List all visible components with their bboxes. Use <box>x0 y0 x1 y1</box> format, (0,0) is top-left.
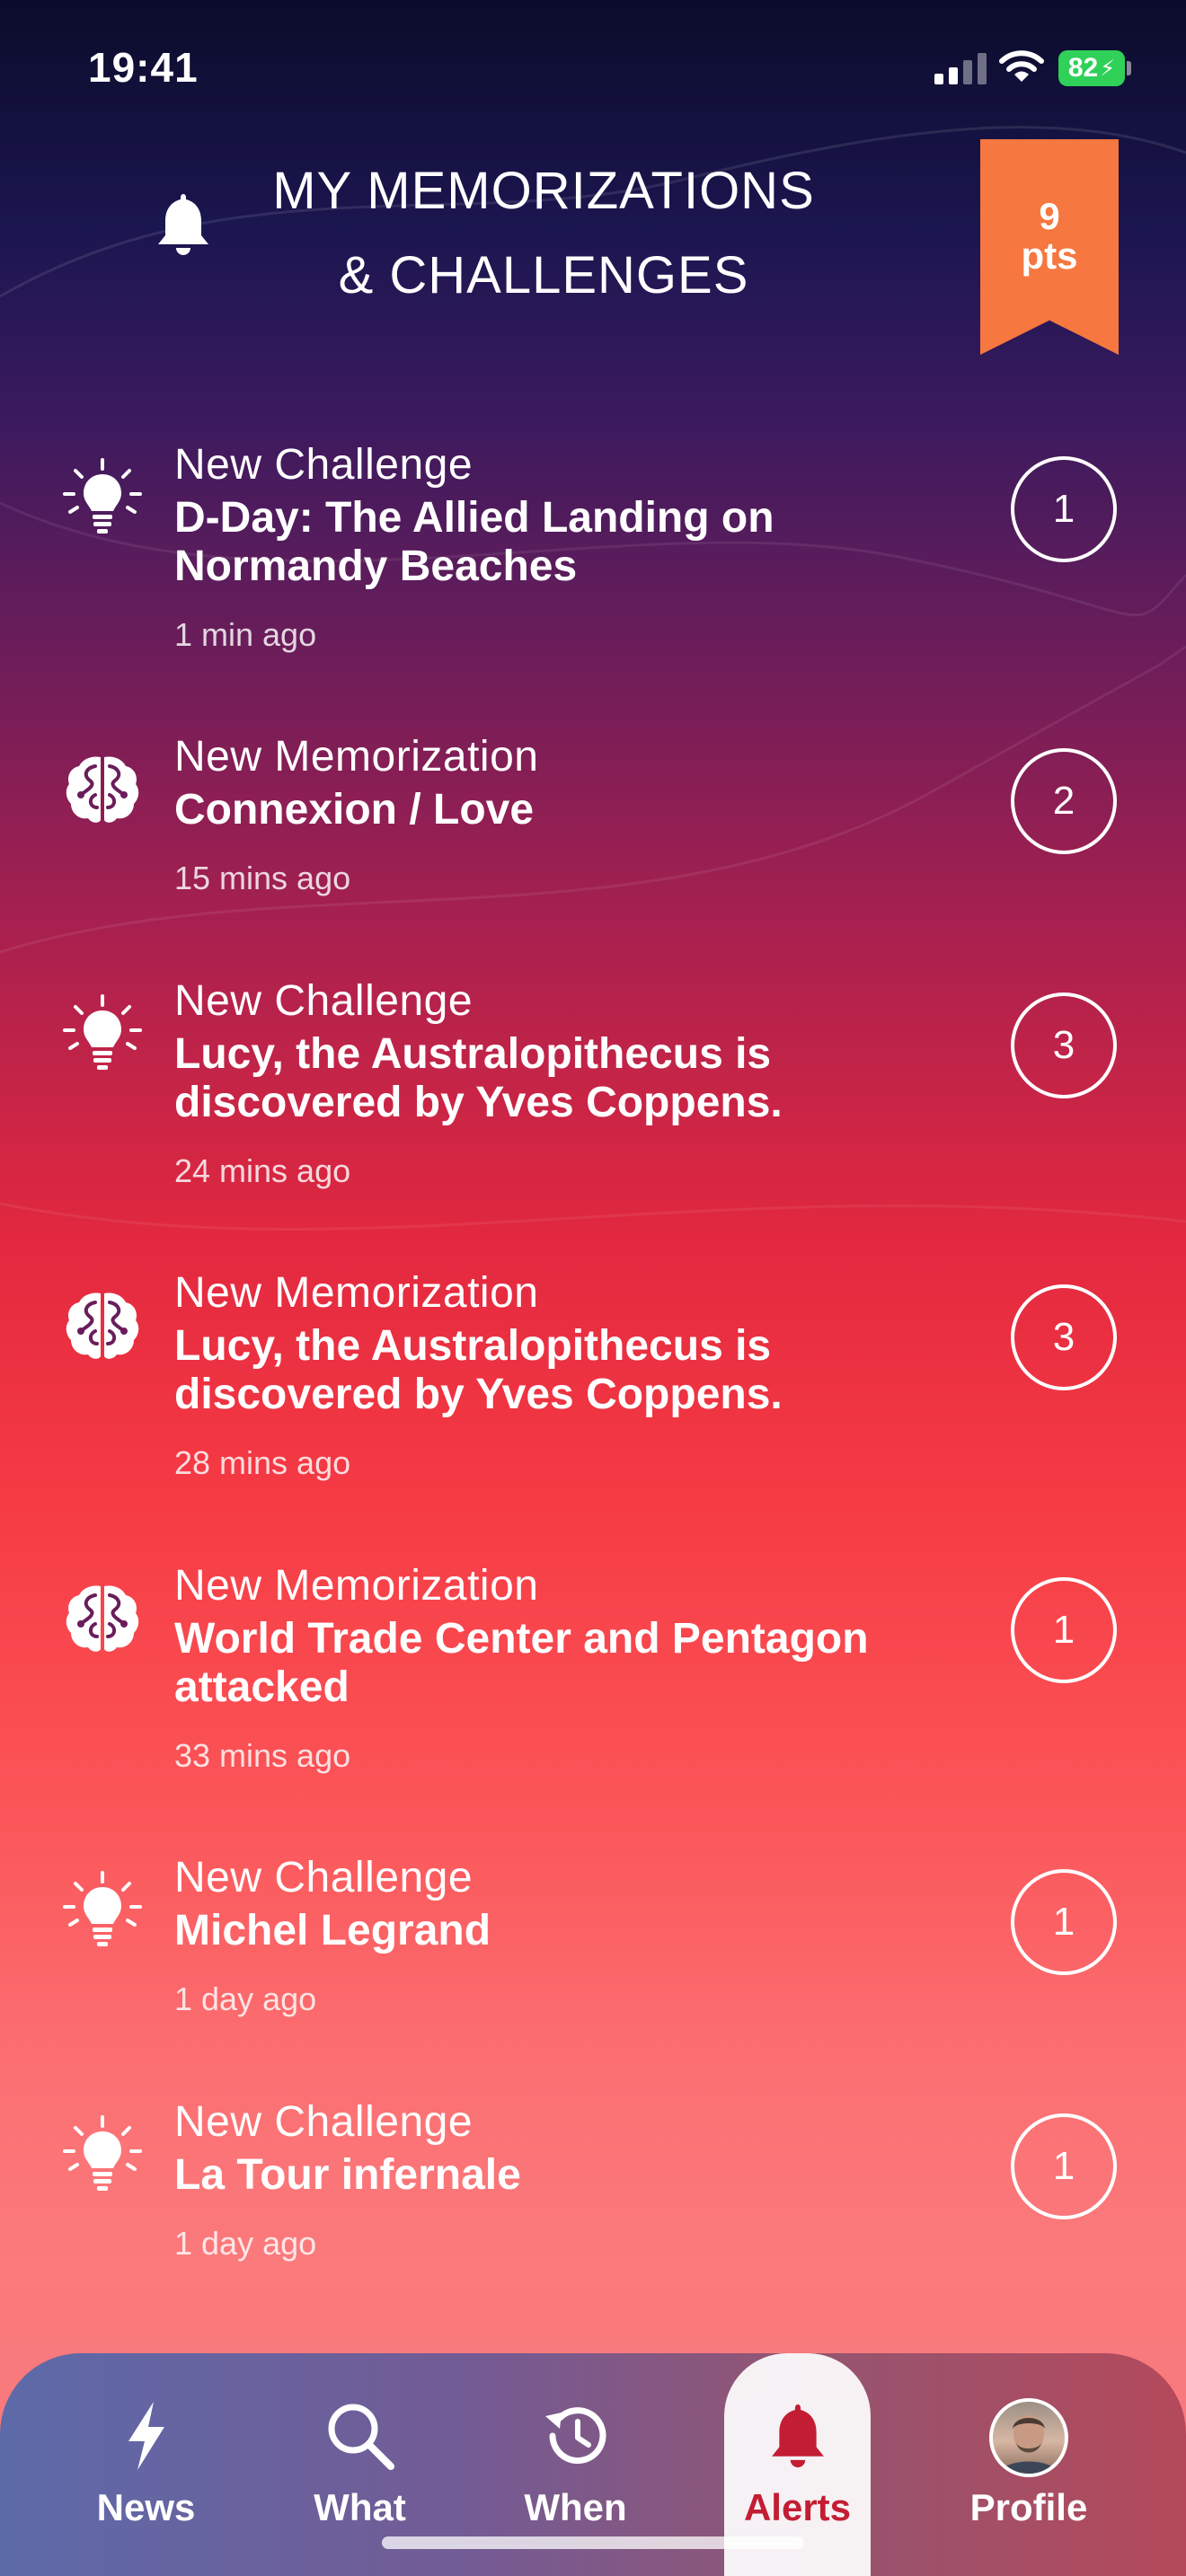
alert-title: Lucy, the Australopithecus is discovered… <box>174 1322 783 1418</box>
alert-count: 1 <box>1052 2144 1075 2188</box>
alert-count-badge[interactable]: 1 <box>1011 1869 1117 1975</box>
cellular-signal-icon <box>934 53 987 84</box>
lightbulb-icon <box>61 456 144 539</box>
wifi-icon <box>999 50 1044 82</box>
lightbulb-icon <box>61 992 144 1075</box>
alert-kind: New Challenge <box>174 441 474 489</box>
alert-time: 1 day ago <box>174 2225 317 2262</box>
alert-title: Connexion / Love <box>174 786 535 834</box>
tab-when-label: When <box>524 2486 627 2528</box>
status-bar: 19:41 82 ⚡ <box>0 0 1186 135</box>
tab-profile[interactable]: Profile <box>934 2353 1123 2576</box>
alert-count: 1 <box>1052 1608 1075 1652</box>
alert-count-badge[interactable]: 1 <box>1011 456 1117 562</box>
alert-kind: New Challenge <box>174 977 474 1025</box>
alert-time: 28 mins ago <box>174 1444 351 1481</box>
alert-count-badge[interactable]: 1 <box>1011 1577 1117 1683</box>
alert-title: La Tour infernale <box>174 2151 521 2199</box>
lightbulb-icon <box>61 1869 144 1952</box>
home-indicator <box>382 2536 804 2549</box>
alert-kind: New Memorization <box>174 1562 539 1610</box>
points-badge[interactable]: 9 pts <box>980 139 1119 355</box>
alert-kind: New Memorization <box>174 1269 539 1317</box>
page-header: MY MEMORIZATIONS & CHALLENGES 9 pts <box>0 135 1186 368</box>
alert-title: D-Day: The Allied Landing on Normandy Be… <box>174 494 774 590</box>
alert-count: 1 <box>1052 1900 1075 1944</box>
status-time: 19:41 <box>88 44 199 91</box>
brain-icon <box>61 1284 144 1367</box>
page-title-line1: MY MEMORIZATIONS <box>272 162 815 220</box>
alert-kind: New Challenge <box>174 2098 474 2146</box>
alert-title: Lucy, the Australopithecus is discovered… <box>174 1030 783 1126</box>
alert-time: 33 mins ago <box>174 1737 351 1774</box>
avatar <box>989 2398 1068 2477</box>
alert-time: 1 min ago <box>174 616 317 653</box>
tab-alerts-label: Alerts <box>743 2486 852 2528</box>
alert-count: 3 <box>1052 1315 1075 1359</box>
battery-indicator: 82 ⚡ <box>1058 50 1125 86</box>
alert-time: 24 mins ago <box>174 1152 351 1189</box>
alert-kind: New Challenge <box>174 1854 474 1901</box>
lightning-icon <box>128 2402 164 2470</box>
alert-count: 1 <box>1052 487 1075 531</box>
tab-profile-label: Profile <box>969 2486 1088 2528</box>
page-title-line2: & CHALLENGES <box>338 246 749 304</box>
search-icon <box>328 2404 394 2470</box>
alert-count-badge[interactable]: 3 <box>1011 992 1117 1098</box>
tab-news-label: News <box>96 2486 196 2528</box>
alert-count-badge[interactable]: 3 <box>1011 1284 1117 1390</box>
alert-title: World Trade Center and Pentagon attacked <box>174 1615 869 1711</box>
alert-count: 3 <box>1052 1023 1075 1067</box>
bell-icon <box>158 194 208 255</box>
alert-time: 1 day ago <box>174 1981 317 2017</box>
lightbulb-icon <box>61 2113 144 2196</box>
alert-title: Michel Legrand <box>174 1907 491 1954</box>
history-icon <box>544 2407 606 2465</box>
points-value: 9 <box>1039 195 1060 237</box>
battery-cap <box>1127 61 1131 75</box>
alert-count-badge[interactable]: 1 <box>1011 2113 1117 2219</box>
brain-icon <box>61 1577 144 1660</box>
alert-kind: New Memorization <box>174 733 539 781</box>
alert-count-badge[interactable]: 2 <box>1011 748 1117 854</box>
bell-icon <box>771 2404 824 2468</box>
battery-level: 82 <box>1067 53 1099 83</box>
tab-what-label: What <box>314 2486 406 2528</box>
points-unit: pts <box>1021 234 1078 277</box>
alert-count: 2 <box>1052 779 1075 823</box>
page-title: MY MEMORIZATIONS & CHALLENGES <box>225 149 863 318</box>
brain-icon <box>61 748 144 831</box>
tab-news[interactable]: News <box>54 2353 238 2576</box>
alert-time: 15 mins ago <box>174 860 351 896</box>
